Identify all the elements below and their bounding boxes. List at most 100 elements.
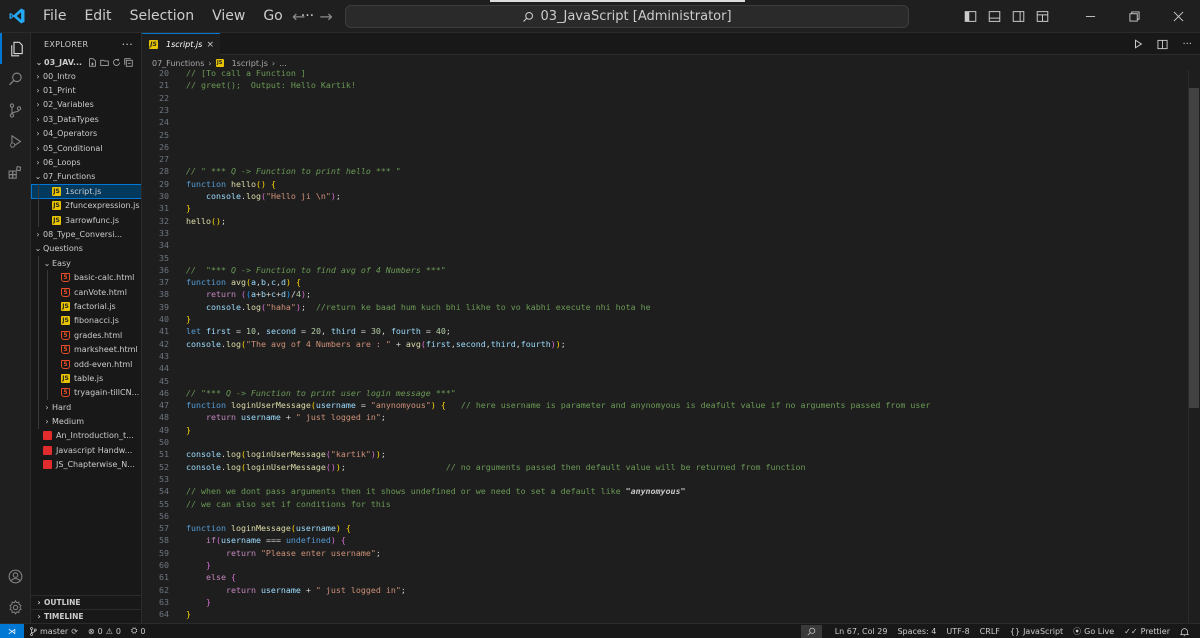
menu-item[interactable]: Edit xyxy=(75,0,120,33)
encoding[interactable]: UTF-8 xyxy=(941,627,974,636)
tree-file[interactable]: 5 tryagain-tillCN... xyxy=(31,385,141,400)
branch-indicator[interactable]: master ⟳ xyxy=(24,627,83,636)
code-editor[interactable]: 20 // [To call a Function ] 21 // greet(); … xyxy=(142,70,1188,623)
refresh-icon[interactable] xyxy=(112,58,121,67)
cursor-position[interactable]: Ln 67, Col 29 xyxy=(830,627,893,636)
tree-file[interactable]: JS_Chapterwise_N... xyxy=(31,458,141,472)
menu-item[interactable]: Selection xyxy=(121,0,204,33)
split-editor-icon[interactable] xyxy=(1157,39,1168,50)
tree-file[interactable]: 5 odd-even.html xyxy=(31,356,141,372)
breadcrumb-folder[interactable]: 07_Functions xyxy=(152,59,204,68)
code-token: === xyxy=(260,535,286,546)
menu-item[interactable]: View xyxy=(203,0,254,33)
tree-file[interactable]: 5 grades.html xyxy=(31,328,141,343)
line-number: 54 xyxy=(159,486,169,497)
tree-item-label: basic-calc.html xyxy=(74,273,135,283)
tree-folder[interactable]: ⌄ Questions xyxy=(31,242,141,256)
tree-folder[interactable]: › 08_Type_Conversi... xyxy=(31,227,141,241)
restore-icon[interactable] xyxy=(1112,0,1156,33)
menu-item[interactable]: Go xyxy=(254,0,291,33)
timeline-section[interactable]: › TIMELINE xyxy=(31,609,141,623)
problems-indicator[interactable]: ⊗ 0 ⚠ 0 xyxy=(83,627,126,636)
editor-scrollbar[interactable] xyxy=(1188,70,1200,623)
close-tab-icon[interactable]: × xyxy=(206,40,214,50)
tree-folder[interactable]: › 03_DataTypes xyxy=(31,112,141,126)
tree-file[interactable]: JS 2funcexpression.js xyxy=(31,198,141,213)
toggle-secondary-sidebar-icon[interactable] xyxy=(1006,0,1030,33)
breadcrumb-file[interactable]: 1script.js xyxy=(232,59,268,68)
line-number: 29 xyxy=(159,178,169,189)
tree-folder[interactable]: › 02_Variables xyxy=(31,98,141,112)
tree-file[interactable]: JS 3arrowfunc.js xyxy=(31,212,141,228)
code-token: + xyxy=(280,412,296,423)
customize-layout-icon[interactable] xyxy=(1030,0,1054,33)
minimize-icon[interactable] xyxy=(1068,0,1112,33)
collapse-all-icon[interactable] xyxy=(124,57,133,67)
editor-more-icon[interactable]: ··· xyxy=(1182,39,1192,50)
tree-file[interactable]: An_Introduction_t... xyxy=(31,429,141,443)
indentation[interactable]: Spaces: 4 xyxy=(892,627,941,636)
close-window-icon[interactable] xyxy=(1156,0,1200,33)
tree-file[interactable]: 5 basic-calc.html xyxy=(31,270,141,285)
menu-item[interactable]: File xyxy=(34,0,75,33)
tree-file[interactable]: 5 canVote.html xyxy=(31,284,141,300)
new-folder-icon[interactable] xyxy=(100,58,109,67)
run-and-debug-icon[interactable] xyxy=(0,126,31,157)
indent-guide xyxy=(38,356,39,372)
code-token: = xyxy=(420,326,436,337)
line-ending[interactable]: CRLF xyxy=(975,627,1005,636)
go-live-button[interactable]: ⦿ Go Live xyxy=(1068,626,1119,637)
more-actions-icon[interactable]: ··· xyxy=(122,38,133,51)
pdf-file-icon xyxy=(43,445,52,455)
accounts-icon[interactable] xyxy=(0,561,31,592)
tree-item-label: 3arrowfunc.js xyxy=(65,215,119,225)
prettier-status[interactable]: ✓✓ Prettier xyxy=(1119,627,1175,636)
tree-file[interactable]: 5 marksheet.html xyxy=(31,342,141,357)
notifications-bell-icon[interactable] xyxy=(1175,627,1194,637)
tab-1script-js[interactable]: JS 1script.js × xyxy=(142,33,220,55)
tree-folder[interactable]: › 05_Conditional xyxy=(31,141,141,155)
html-file-icon: 5 xyxy=(61,287,70,297)
command-center-search[interactable]: 03_JavaScript [Administrator] xyxy=(345,5,909,28)
outline-section[interactable]: › OUTLINE xyxy=(31,595,141,609)
search-activity-icon[interactable] xyxy=(0,64,31,95)
ports-indicator[interactable]: ⛭ 0 xyxy=(126,626,151,636)
manage-gear-icon[interactable] xyxy=(0,592,31,623)
tree-folder[interactable]: › 01_Print xyxy=(31,83,141,97)
toggle-panel-icon[interactable] xyxy=(982,0,1006,33)
workspace-root[interactable]: ⌄ 03_JAV... xyxy=(31,55,141,69)
code-token: console xyxy=(205,301,241,312)
code-token: function xyxy=(186,400,231,411)
new-file-icon[interactable] xyxy=(88,57,97,67)
language-mode[interactable]: {} JavaScript xyxy=(1005,627,1068,636)
extensions-icon[interactable] xyxy=(0,157,31,188)
toggle-primary-sidebar-icon[interactable] xyxy=(958,0,982,33)
tree-folder[interactable]: › 04_Operators xyxy=(31,127,141,141)
tree-file[interactable]: Javascript Handw... xyxy=(31,443,141,457)
back-arrow-icon[interactable]: ← xyxy=(292,7,305,26)
tree-item-label: odd-even.html xyxy=(74,359,133,369)
tree-folder[interactable]: ⌄ Easy xyxy=(31,256,141,271)
code-token: "anynomyous" xyxy=(625,486,686,497)
tree-file[interactable]: JS table.js xyxy=(31,371,141,386)
tree-folder[interactable]: ⌄ 07_Functions xyxy=(31,170,141,184)
tree-file[interactable]: JS factorial.js xyxy=(31,299,141,314)
scrollbar-thumb[interactable] xyxy=(1189,88,1199,408)
explorer-icon[interactable] xyxy=(0,33,31,64)
tree-folder[interactable]: › 00_Intro xyxy=(31,69,141,83)
tree-folder[interactable]: › 06_Loops xyxy=(31,155,141,169)
tree-file[interactable]: JS fibonacci.js xyxy=(31,313,141,329)
forward-arrow-icon[interactable]: → xyxy=(319,7,332,26)
breadcrumb-symbol[interactable]: ... xyxy=(279,59,287,68)
line-number: 21 xyxy=(159,80,169,91)
code-token: ; xyxy=(220,215,226,226)
tree-file[interactable]: JS 1script.js xyxy=(31,184,141,199)
line-number: 20 xyxy=(159,70,169,78)
run-icon[interactable] xyxy=(1133,39,1143,49)
sync-icon[interactable]: ⟳ xyxy=(71,627,78,636)
tree-folder[interactable]: › Hard xyxy=(31,399,141,415)
zoom-indicator[interactable] xyxy=(800,625,822,638)
source-control-icon[interactable] xyxy=(0,95,31,126)
remote-indicator-icon[interactable]: ⋊ xyxy=(0,623,24,638)
tree-folder[interactable]: › Medium xyxy=(31,414,141,429)
